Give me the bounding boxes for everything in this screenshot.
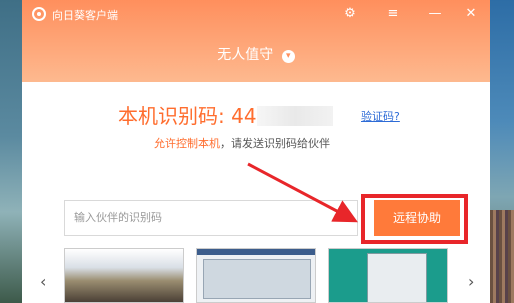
desktop-background-left — [0, 0, 22, 303]
thumbnail-window — [367, 253, 427, 302]
sunlogin-window: 向日葵客户端 ⚙ ≡ — ✕ 无人值守 ▾ 本机识别码: 44 验证码? 允许控… — [22, 0, 490, 303]
device-thumbnail[interactable] — [328, 248, 448, 303]
device-thumbnail[interactable] — [64, 248, 184, 303]
device-thumbnail[interactable] — [196, 248, 316, 303]
thumbnail-titlebar — [197, 249, 315, 255]
next-arrow-icon[interactable]: › — [468, 272, 474, 291]
desktop-background-detail — [490, 210, 514, 303]
prev-arrow-icon[interactable]: ‹ — [40, 272, 46, 291]
thumbnail-window — [203, 259, 311, 299]
recent-devices-row: ‹ › — [22, 248, 490, 303]
